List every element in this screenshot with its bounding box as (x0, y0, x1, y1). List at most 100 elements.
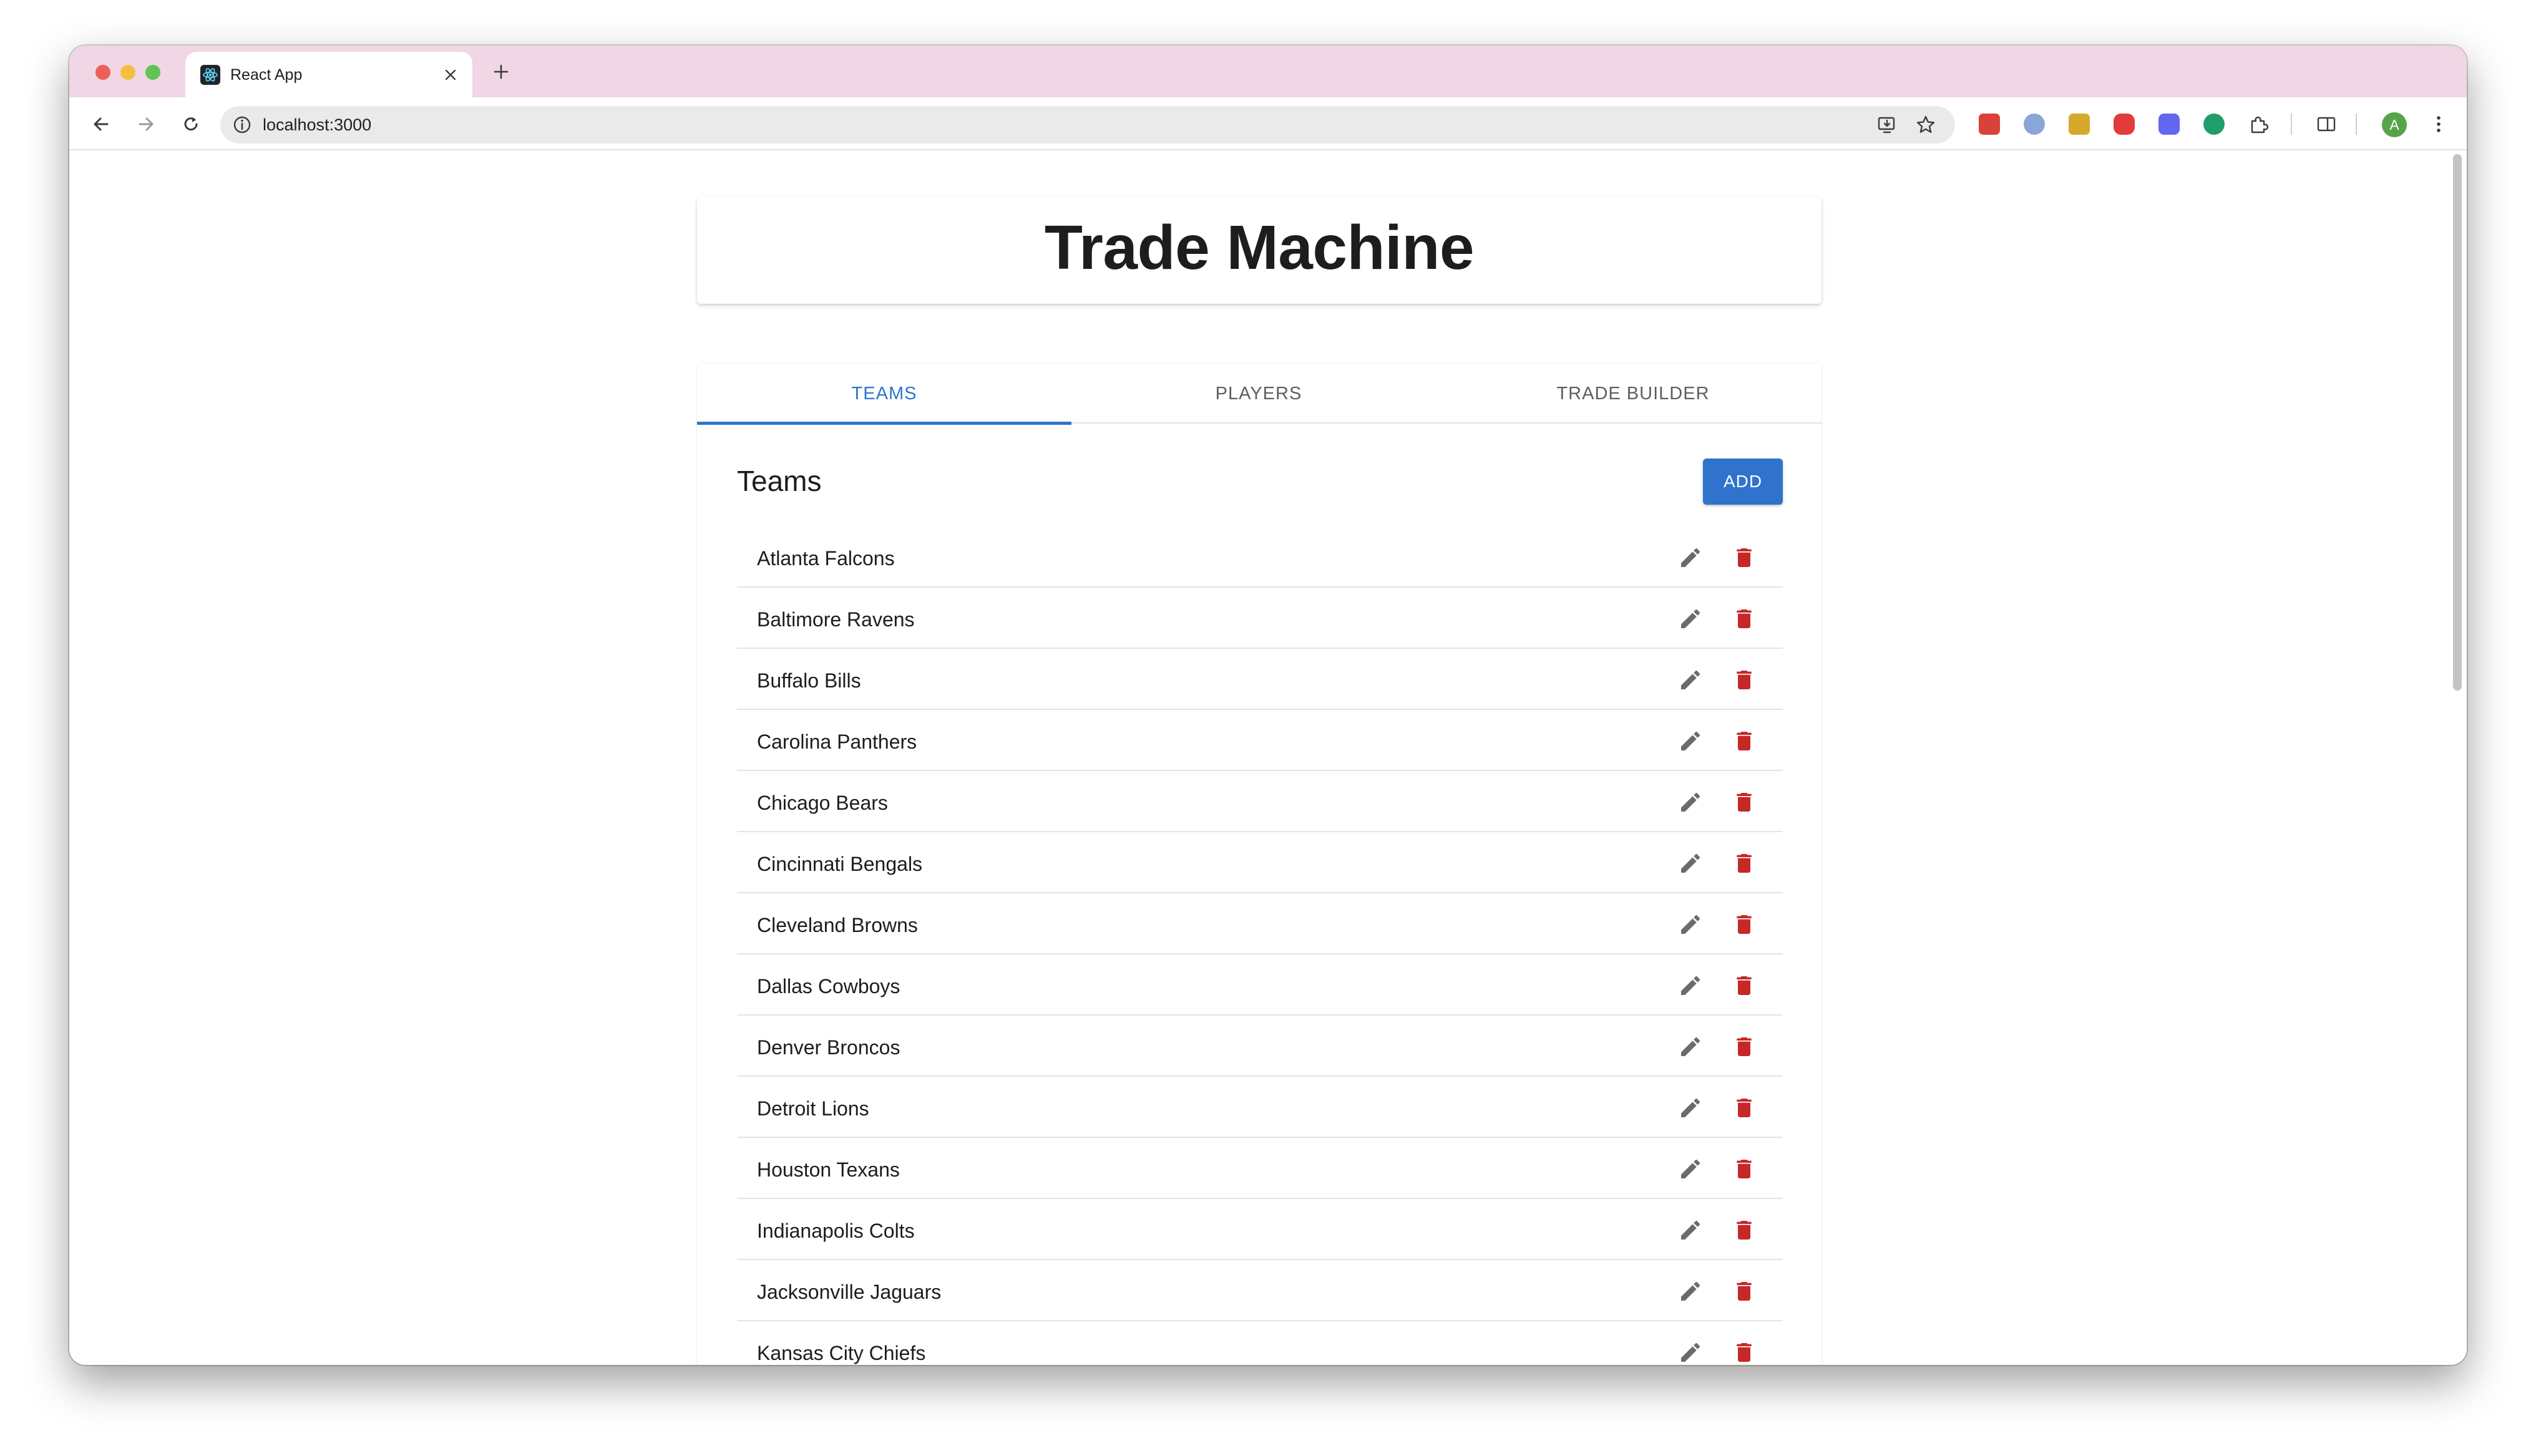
delete-icon[interactable] (1729, 910, 1759, 939)
reload-icon[interactable] (177, 110, 205, 138)
edit-icon[interactable] (1675, 1276, 1705, 1306)
team-name: Chicago Bears (757, 792, 888, 814)
team-list: Atlanta Falcons Baltimore Ravens Buffalo B… (737, 527, 1783, 1365)
team-name: Jacksonville Jaguars (757, 1281, 942, 1303)
back-icon[interactable] (87, 110, 115, 138)
forward-icon[interactable] (132, 110, 160, 138)
team-row: Denver Broncos (737, 1016, 1783, 1077)
team-name: Carolina Panthers (757, 730, 917, 753)
edit-icon[interactable] (1675, 1032, 1705, 1062)
ext-youtube-icon[interactable] (2114, 114, 2135, 135)
edit-icon[interactable] (1675, 1093, 1705, 1123)
tab-trade-builder[interactable]: TRADE BUILDER (1446, 364, 1820, 424)
edit-icon[interactable] (1675, 1337, 1705, 1365)
kebab-menu-icon[interactable] (2428, 114, 2449, 135)
browser-toolbar: localhost:3000 A (69, 97, 2467, 150)
edit-icon[interactable] (1675, 604, 1705, 634)
edit-icon[interactable] (1675, 787, 1705, 817)
profile-avatar[interactable]: A (2382, 112, 2407, 137)
team-name: Cincinnati Bengals (757, 853, 923, 875)
tab-players-label: PLAYERS (1215, 383, 1302, 404)
page-viewport: Trade Machine TEAMS PLAYERS TRADE BUILDE… (69, 152, 2467, 1365)
close-window-button[interactable] (95, 65, 110, 80)
tab-strip: React App (69, 46, 2467, 97)
team-name: Indianapolis Colts (757, 1220, 915, 1242)
toolbar-divider (2356, 114, 2357, 135)
team-name: Buffalo Bills (757, 669, 861, 692)
team-row: Jacksonville Jaguars (737, 1260, 1783, 1321)
address-bar[interactable]: localhost:3000 (220, 106, 1955, 143)
delete-icon[interactable] (1729, 1215, 1759, 1245)
team-row: Detroit Lions (737, 1077, 1783, 1138)
tab-teams-label: TEAMS (851, 383, 917, 404)
delete-icon[interactable] (1729, 1093, 1759, 1123)
ext-folder-icon[interactable] (2069, 114, 2090, 135)
header-card: Trade Machine (697, 197, 1822, 304)
ext-red-icon[interactable] (1979, 114, 2000, 135)
delete-icon[interactable] (1729, 1337, 1759, 1365)
team-name: Houston Texans (757, 1158, 900, 1181)
ext-grammarly-icon[interactable] (2203, 114, 2225, 135)
delete-icon[interactable] (1729, 787, 1759, 817)
puzzle-icon[interactable] (2248, 114, 2270, 135)
edit-icon[interactable] (1675, 726, 1705, 756)
team-name: Kansas City Chiefs (757, 1342, 926, 1364)
team-row: Cincinnati Bengals (737, 832, 1783, 893)
edit-icon[interactable] (1675, 910, 1705, 939)
new-tab-icon[interactable] (489, 59, 514, 84)
delete-icon[interactable] (1729, 848, 1759, 878)
close-tab-icon[interactable] (440, 64, 461, 85)
team-row: Kansas City Chiefs (737, 1321, 1783, 1365)
tab-active-indicator (697, 422, 1071, 425)
install-app-icon[interactable] (1876, 114, 1898, 135)
tab-teams[interactable]: TEAMS (697, 364, 1071, 425)
team-name: Denver Broncos (757, 1036, 900, 1059)
delete-icon[interactable] (1729, 1276, 1759, 1306)
team-row: Houston Texans (737, 1138, 1783, 1199)
team-row: Carolina Panthers (737, 710, 1783, 771)
ext-purple-icon[interactable] (2158, 114, 2180, 135)
delete-icon[interactable] (1729, 665, 1759, 695)
delete-icon[interactable] (1729, 1032, 1759, 1062)
edit-icon[interactable] (1675, 665, 1705, 695)
team-row: Indianapolis Colts (737, 1199, 1783, 1260)
content-card: TEAMS PLAYERS TRADE BUILDER Teams ADD At… (697, 364, 1822, 1365)
minimize-window-button[interactable] (120, 65, 135, 80)
bookmark-star-icon[interactable] (1915, 114, 1936, 135)
team-row: Chicago Bears (737, 771, 1783, 832)
delete-icon[interactable] (1729, 543, 1759, 573)
reading-list-icon[interactable] (2316, 114, 2337, 135)
delete-icon[interactable] (1729, 604, 1759, 634)
tab-title: React App (230, 66, 303, 84)
toolbar-divider (2291, 114, 2292, 135)
delete-icon[interactable] (1729, 971, 1759, 1001)
section-title: Teams (737, 465, 822, 497)
team-name: Detroit Lions (757, 1097, 869, 1120)
browser-tab-active[interactable]: React App (185, 52, 472, 97)
scrollbar-thumb[interactable] (2453, 154, 2462, 691)
team-row: Atlanta Falcons (737, 527, 1783, 588)
delete-icon[interactable] (1729, 1154, 1759, 1184)
edit-icon[interactable] (1675, 1215, 1705, 1245)
team-row: Baltimore Ravens (737, 588, 1783, 649)
team-name: Baltimore Ravens (757, 608, 915, 631)
tab-players[interactable]: PLAYERS (1071, 364, 1446, 424)
site-info-icon[interactable] (232, 114, 253, 135)
team-row: Dallas Cowboys (737, 954, 1783, 1016)
edit-icon[interactable] (1675, 1154, 1705, 1184)
url-text: localhost:3000 (263, 115, 372, 134)
team-row: Cleveland Browns (737, 893, 1783, 954)
react-favicon-icon (200, 65, 220, 85)
zoom-window-button[interactable] (145, 65, 160, 80)
edit-icon[interactable] (1675, 543, 1705, 573)
edit-icon[interactable] (1675, 848, 1705, 878)
edit-icon[interactable] (1675, 971, 1705, 1001)
delete-icon[interactable] (1729, 726, 1759, 756)
team-name: Atlanta Falcons (757, 547, 895, 570)
add-team-button[interactable]: ADD (1703, 459, 1783, 505)
tab-trade-builder-label: TRADE BUILDER (1556, 383, 1710, 404)
page-tabs: TEAMS PLAYERS TRADE BUILDER (697, 364, 1822, 425)
team-name: Cleveland Browns (757, 914, 918, 936)
ext-compass-icon[interactable] (2024, 114, 2045, 135)
browser-window: React App localhost:3000 A Trade Machine… (69, 46, 2467, 1365)
